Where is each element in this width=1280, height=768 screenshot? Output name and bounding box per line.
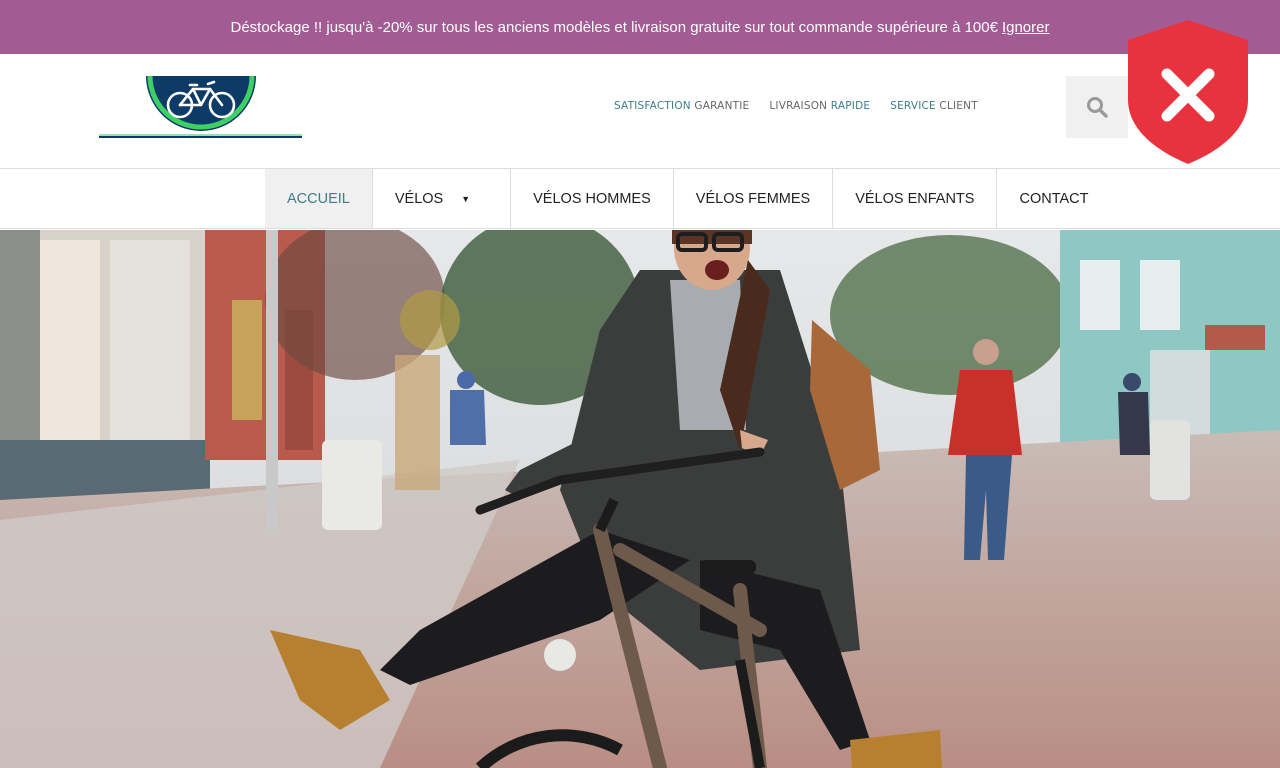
shield-close-icon [1128, 20, 1248, 164]
site-header: SATISFACTION GARANTIE LIVRAISON RAPIDE S… [0, 54, 1280, 168]
nav-item-accueil[interactable]: Accueil [265, 169, 373, 228]
main-nav: Accueil Vélos ▼ Vélos hommes Vélos femme… [0, 168, 1280, 229]
trust-badges: SATISFACTION GARANTIE LIVRAISON RAPIDE S… [614, 100, 978, 112]
promo-dismiss-link[interactable]: Ignorer [1002, 19, 1050, 36]
promo-banner: Déstockage !! jusqu'à -20% sur tous les … [0, 0, 1280, 54]
nav-item-velos-label: Vélos [394, 190, 444, 207]
promo-text: Déstockage !! jusqu'à -20% sur tous les … [230, 18, 998, 36]
trust-service: SERVICE CLIENT [890, 100, 978, 112]
nav-item-contact[interactable]: Contact [997, 169, 1110, 228]
trust-livraison: LIVRAISON RAPIDE [769, 100, 871, 112]
shield-close-button[interactable] [1124, 18, 1252, 166]
caret-down-icon: ▼ [461, 193, 471, 204]
nav-item-velos[interactable]: Vélos ▼ [373, 169, 512, 228]
search-button[interactable] [1066, 76, 1128, 138]
search-icon [1087, 97, 1108, 118]
nav-item-velos-femmes[interactable]: Vélos femmes [674, 169, 834, 228]
nav-item-velos-enfants[interactable]: Vélos enfants [833, 169, 998, 228]
bicycle-logo [99, 75, 302, 138]
nav-item-velos-hommes[interactable]: Vélos hommes [511, 169, 674, 228]
trust-satisfaction: SATISFACTION GARANTIE [614, 100, 750, 112]
site-logo[interactable] [98, 75, 304, 138]
hero-image [0, 230, 1280, 768]
